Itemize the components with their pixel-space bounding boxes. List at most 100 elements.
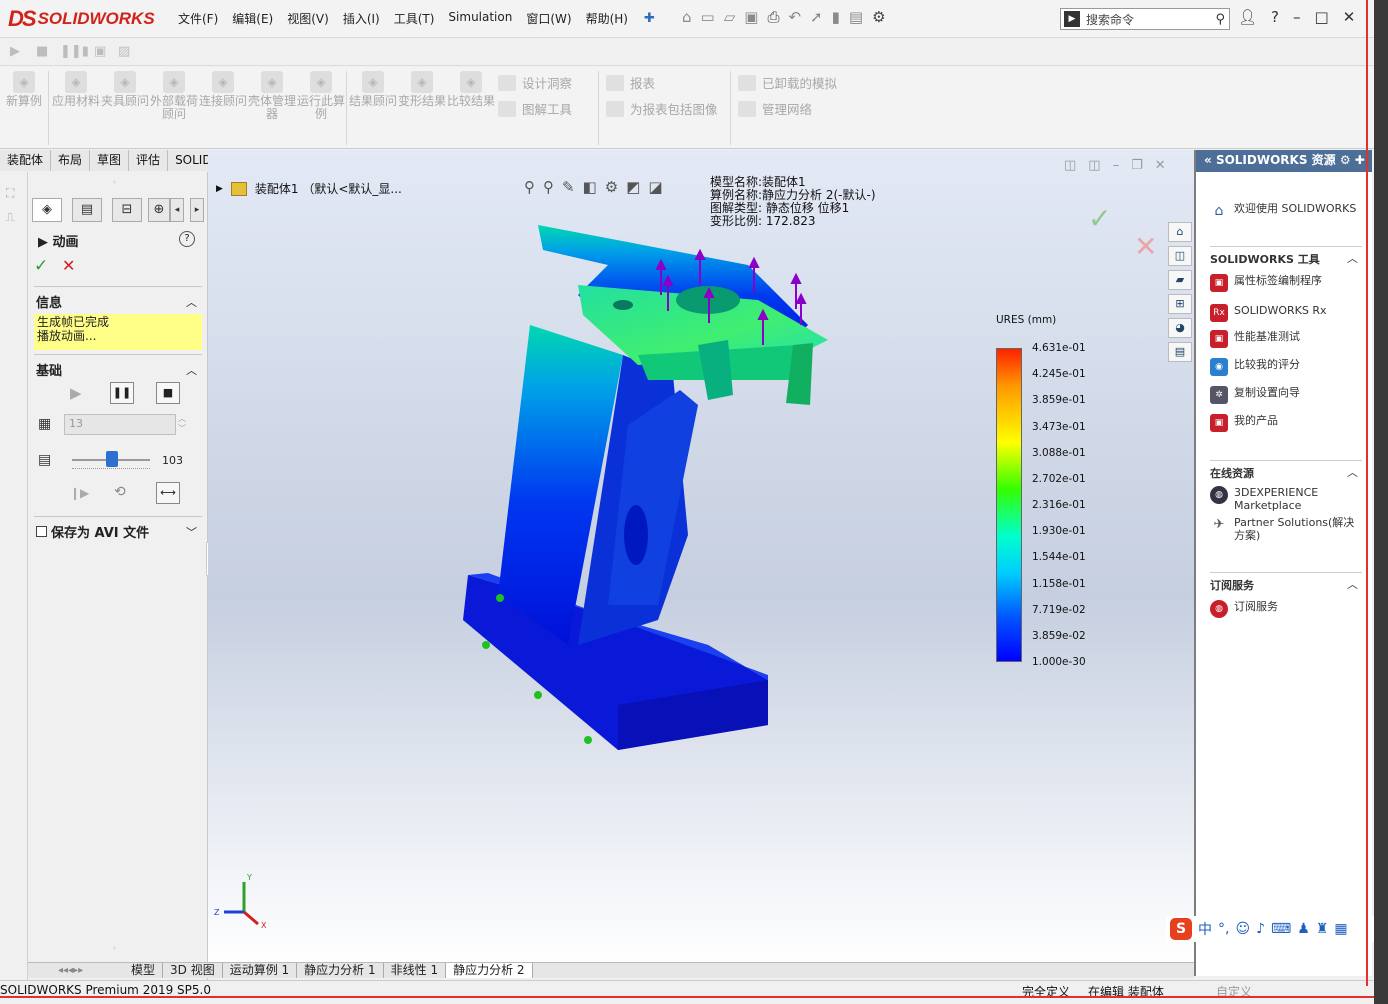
confirm-corner-check-icon[interactable]: ✓ bbox=[1088, 202, 1111, 235]
menu-edit[interactable]: 编辑(E) bbox=[232, 10, 273, 27]
feature-tree-flyout[interactable]: ▶ 装配体1 （默认<默认_显... bbox=[216, 180, 402, 197]
ribbon-button[interactable]: ◈ 比较结果 bbox=[447, 71, 495, 108]
bottom-tab[interactable]: 非线性 1 bbox=[384, 963, 447, 978]
select-icon[interactable]: ➚ bbox=[810, 8, 823, 26]
view-orientation-icon[interactable]: ◩ bbox=[626, 178, 640, 196]
ribbon-button[interactable]: ◈ 外部载荷顾问 bbox=[150, 71, 198, 121]
tab-scroll-left-icon[interactable]: ◂ bbox=[170, 198, 184, 222]
property-manager-tab-icon[interactable]: ▤ bbox=[72, 198, 102, 222]
subscription-item[interactable]: ◍ 订阅服务 bbox=[1210, 600, 1360, 618]
ribbon-button[interactable]: ◈ 运行此算例 bbox=[297, 71, 345, 121]
save-avi-expand-chevron-icon[interactable]: ﹀ bbox=[186, 524, 197, 540]
user-profile-icon[interactable]: ♟ bbox=[1297, 921, 1310, 937]
basic-collapse-chevron-icon[interactable]: ︿ bbox=[186, 362, 197, 378]
fea-model-render[interactable] bbox=[458, 205, 848, 765]
pin-icon[interactable]: ✚ bbox=[644, 11, 655, 26]
stop-button[interactable]: ■ bbox=[156, 382, 180, 404]
ok-check-icon[interactable]: ✓ bbox=[34, 256, 48, 276]
appearances-tab-icon[interactable]: ◕ bbox=[1168, 318, 1192, 338]
pause-button[interactable]: ❚❚ bbox=[110, 382, 134, 404]
file-properties-icon[interactable]: ▤ bbox=[849, 8, 863, 26]
ribbon-button[interactable]: ◈ 连接顾问 bbox=[199, 71, 247, 108]
ime-language[interactable]: 中 bbox=[1198, 919, 1212, 939]
loop-icon[interactable]: ⟲ bbox=[114, 484, 126, 500]
help-icon[interactable]: ? bbox=[1271, 8, 1279, 26]
tab-3[interactable]: 评估 bbox=[129, 150, 169, 171]
keyboard-icon[interactable]: ⌨ bbox=[1271, 921, 1291, 937]
play-button-icon[interactable]: ▶ bbox=[70, 384, 82, 402]
new-document-icon[interactable]: ▭ bbox=[701, 8, 715, 26]
play-icon[interactable]: ▶ bbox=[10, 44, 20, 59]
section-view-icon[interactable]: ◧ bbox=[583, 178, 597, 196]
expand-arrow-icon[interactable]: ▶ bbox=[216, 184, 223, 194]
resources-tab-home-icon[interactable]: ⌂ bbox=[1168, 222, 1192, 242]
tool-item[interactable]: ▣ 属性标签编制程序 bbox=[1210, 274, 1360, 292]
dimxpert-tab-icon[interactable]: ⊕ bbox=[148, 198, 170, 222]
confirm-corner-cancel-icon[interactable]: ✕ bbox=[1134, 230, 1157, 263]
speed-slider-thumb[interactable] bbox=[106, 451, 118, 467]
tool-item[interactable]: Rx SOLIDWORKS Rx bbox=[1210, 304, 1360, 322]
file-explorer-tab-icon[interactable]: ▰ bbox=[1168, 270, 1192, 290]
ribbon-small-button[interactable]: 图解工具 bbox=[498, 99, 572, 118]
ribbon-small-button[interactable]: 已卸载的模拟 bbox=[738, 73, 837, 92]
assembly-small-icon[interactable]: ⛶ bbox=[6, 186, 14, 201]
ribbon-button[interactable]: ◈ 变形结果 bbox=[398, 71, 446, 108]
stop-icon[interactable]: ■ bbox=[36, 44, 48, 59]
sogou-ime-logo[interactable]: S bbox=[1170, 918, 1192, 940]
menu-file[interactable]: 文件(F) bbox=[178, 10, 218, 27]
pane-pin-icon[interactable]: ✚ bbox=[1355, 153, 1365, 167]
viewport-restore-icon[interactable]: ❐ bbox=[1131, 158, 1143, 173]
bottom-tab[interactable]: 3D 视图 bbox=[163, 963, 223, 978]
viewport-prev-icon[interactable]: ◫ bbox=[1064, 158, 1076, 173]
tab-2[interactable]: 草图 bbox=[90, 150, 130, 171]
collapse-chevron-icon[interactable]: ︿ bbox=[1347, 576, 1358, 592]
cancel-x-icon[interactable]: ✕ bbox=[62, 256, 75, 275]
viewport-next-icon[interactable]: ◫ bbox=[1088, 158, 1100, 173]
zoom-to-area-icon[interactable]: ⚲ bbox=[543, 178, 554, 196]
online-item[interactable]: ◍ 3DEXPERIENCE Marketplace bbox=[1210, 486, 1360, 512]
info-collapse-chevron-icon[interactable]: ︿ bbox=[186, 294, 197, 310]
tab-scroll-right-icon[interactable]: ▸ bbox=[190, 198, 204, 222]
save-avi-option[interactable]: 保存为 AVI 文件 bbox=[36, 522, 149, 541]
record-icon[interactable]: ▣ bbox=[94, 44, 106, 59]
menu-window[interactable]: 窗口(W) bbox=[526, 10, 571, 27]
print-icon[interactable]: ⎙ bbox=[767, 8, 779, 26]
open-folder-icon[interactable]: ▱ bbox=[724, 8, 736, 26]
panel-grip-icon[interactable]: ◦ bbox=[112, 178, 117, 187]
menu-simulation[interactable]: Simulation bbox=[448, 10, 512, 27]
online-item[interactable]: ✈ Partner Solutions(解决方案) bbox=[1210, 516, 1360, 542]
tab-1[interactable]: 布局 bbox=[51, 150, 91, 171]
frame-spinner-icon[interactable]: ︿ ﹀ bbox=[178, 414, 186, 434]
collapse-chevron-icon[interactable]: ︿ bbox=[1347, 464, 1358, 480]
subscription-section-header[interactable]: 订阅服务 ︿ bbox=[1210, 572, 1362, 593]
close-icon[interactable]: ✕ bbox=[1343, 8, 1356, 26]
feature-manager-tab-icon[interactable]: ◈ bbox=[32, 198, 62, 222]
tool-item[interactable]: ◉ 比较我的评分 bbox=[1210, 358, 1360, 376]
reciprocate-button[interactable]: ⟷ bbox=[156, 482, 180, 504]
pane-settings-gear-icon[interactable]: ⚙ bbox=[1340, 153, 1351, 167]
display-style-icon[interactable]: ◪ bbox=[648, 178, 662, 196]
menu-view[interactable]: 视图(V) bbox=[287, 10, 329, 27]
menu-tools[interactable]: 工具(T) bbox=[394, 10, 435, 27]
emoji-icon[interactable]: ☺ bbox=[1235, 921, 1250, 937]
tools-section-header[interactable]: SOLIDWORKS 工具 ︿ bbox=[1210, 246, 1362, 267]
step-play-icon[interactable]: ❙▶ bbox=[70, 486, 89, 500]
rebuild-icon[interactable]: ▮ bbox=[832, 8, 840, 26]
options-gear-icon[interactable]: ⚙ bbox=[872, 8, 885, 26]
ribbon-button[interactable]: ◈ 夹具顾问 bbox=[101, 71, 149, 108]
viewport-close-icon[interactable]: ✕ bbox=[1155, 158, 1166, 173]
help-circle-icon[interactable]: ? bbox=[179, 231, 195, 247]
solidworks-logo[interactable]: DS SOLIDWORKS bbox=[8, 5, 155, 33]
ribbon-button[interactable]: ◈ 应用材料 bbox=[52, 71, 100, 108]
tab-scroll-arrows-icon[interactable]: ◂◂◂▸▸ bbox=[28, 963, 124, 978]
ime-menu-icon[interactable]: ▦ bbox=[1334, 921, 1347, 937]
online-section-header[interactable]: 在线资源 ︿ bbox=[1210, 460, 1362, 481]
design-library-tab-icon[interactable]: ◫ bbox=[1168, 246, 1192, 266]
previous-view-icon[interactable]: ✎ bbox=[562, 178, 575, 196]
dynamic-annotation-icon[interactable]: ⚙ bbox=[605, 178, 618, 196]
ribbon-button[interactable]: ◈ 新算例 bbox=[0, 71, 48, 108]
panel-grip-icon[interactable]: ◦ bbox=[112, 944, 117, 953]
frame-count-input[interactable]: 13 bbox=[64, 414, 176, 435]
bottom-tab[interactable]: 静应力分析 2 bbox=[446, 963, 533, 978]
search-commands-field[interactable]: ▶ 搜索命令 ⚲ bbox=[1060, 8, 1230, 30]
